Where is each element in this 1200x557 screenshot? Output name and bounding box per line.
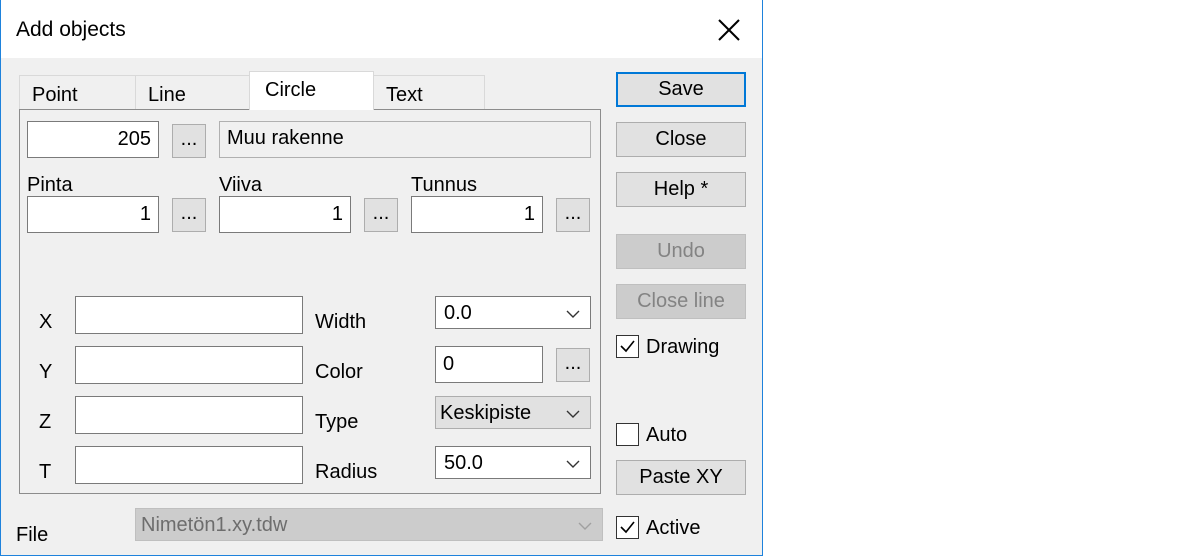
width-label: Width bbox=[315, 311, 367, 333]
active-label: Active bbox=[646, 517, 701, 539]
tab-line[interactable]: Line bbox=[135, 75, 250, 109]
z-input[interactable] bbox=[75, 396, 303, 434]
viiva-browse-button[interactable]: ... bbox=[364, 198, 398, 232]
pinta-browse-button[interactable]: ... bbox=[172, 198, 206, 232]
code-browse-button[interactable]: ... bbox=[172, 124, 206, 158]
type-label: Type bbox=[315, 411, 359, 433]
drawing-checkbox[interactable] bbox=[616, 335, 639, 358]
close-button[interactable]: Close bbox=[616, 122, 746, 157]
chevron-down-icon bbox=[566, 460, 580, 468]
viiva-label: Viiva bbox=[219, 174, 262, 196]
radius-label: Radius bbox=[315, 461, 378, 483]
file-select[interactable]: Nimetön1.xy.tdw bbox=[135, 508, 603, 541]
tab-label: Point bbox=[32, 84, 78, 106]
radius-value: 50.0 bbox=[444, 452, 483, 474]
tab-text[interactable]: Text bbox=[373, 75, 485, 109]
help-button[interactable]: Help * bbox=[616, 172, 746, 207]
viiva-input[interactable] bbox=[219, 196, 351, 233]
type-select[interactable]: Keskipiste bbox=[435, 396, 591, 429]
width-value: 0.0 bbox=[444, 302, 472, 324]
auto-checkbox[interactable] bbox=[616, 423, 639, 446]
t-input[interactable] bbox=[75, 446, 303, 484]
close-icon[interactable] bbox=[715, 16, 743, 44]
pinta-input[interactable] bbox=[27, 196, 159, 233]
auto-label: Auto bbox=[646, 424, 688, 446]
code-input[interactable] bbox=[27, 121, 159, 158]
chevron-down-icon bbox=[578, 522, 592, 530]
chevron-down-icon bbox=[566, 410, 580, 418]
x-input[interactable] bbox=[75, 296, 303, 334]
paste-xy-button[interactable]: Paste XY bbox=[616, 460, 746, 495]
save-button[interactable]: Save bbox=[616, 72, 746, 107]
checkmark-icon bbox=[620, 521, 635, 534]
file-label: File bbox=[16, 524, 49, 546]
y-input[interactable] bbox=[75, 346, 303, 384]
tab-point[interactable]: Point bbox=[19, 75, 136, 109]
tab-label: Text bbox=[386, 84, 423, 106]
radius-select[interactable]: 50.0 bbox=[435, 446, 591, 479]
z-label: Z bbox=[39, 411, 52, 433]
active-checkbox[interactable] bbox=[616, 516, 639, 539]
code-description: Muu rakenne bbox=[219, 121, 591, 158]
undo-button[interactable]: Undo bbox=[616, 234, 746, 269]
add-objects-dialog: Add objects Point Line Circle Text ... M… bbox=[0, 0, 763, 556]
chevron-down-icon bbox=[566, 310, 580, 318]
x-label: X bbox=[39, 311, 53, 333]
checkmark-icon bbox=[620, 340, 635, 353]
window-title: Add objects bbox=[16, 18, 126, 41]
tab-label: Circle bbox=[265, 79, 317, 101]
title-bar: Add objects bbox=[1, 0, 762, 58]
color-browse-button[interactable]: ... bbox=[556, 348, 590, 382]
tunnus-input[interactable] bbox=[411, 196, 543, 233]
close-line-button[interactable]: Close line bbox=[616, 284, 746, 319]
type-value: Keskipiste bbox=[440, 402, 532, 424]
file-value: Nimetön1.xy.tdw bbox=[141, 514, 288, 536]
pinta-label: Pinta bbox=[27, 174, 73, 196]
y-label: Y bbox=[39, 361, 53, 383]
tab-circle[interactable]: Circle bbox=[249, 71, 374, 110]
width-select[interactable]: 0.0 bbox=[435, 296, 591, 329]
t-label: T bbox=[39, 461, 52, 483]
drawing-label: Drawing bbox=[646, 336, 720, 358]
tunnus-browse-button[interactable]: ... bbox=[556, 198, 590, 232]
tab-label: Line bbox=[148, 84, 186, 106]
color-input[interactable] bbox=[435, 346, 543, 383]
color-label: Color bbox=[315, 361, 363, 383]
tunnus-label: Tunnus bbox=[411, 174, 477, 196]
